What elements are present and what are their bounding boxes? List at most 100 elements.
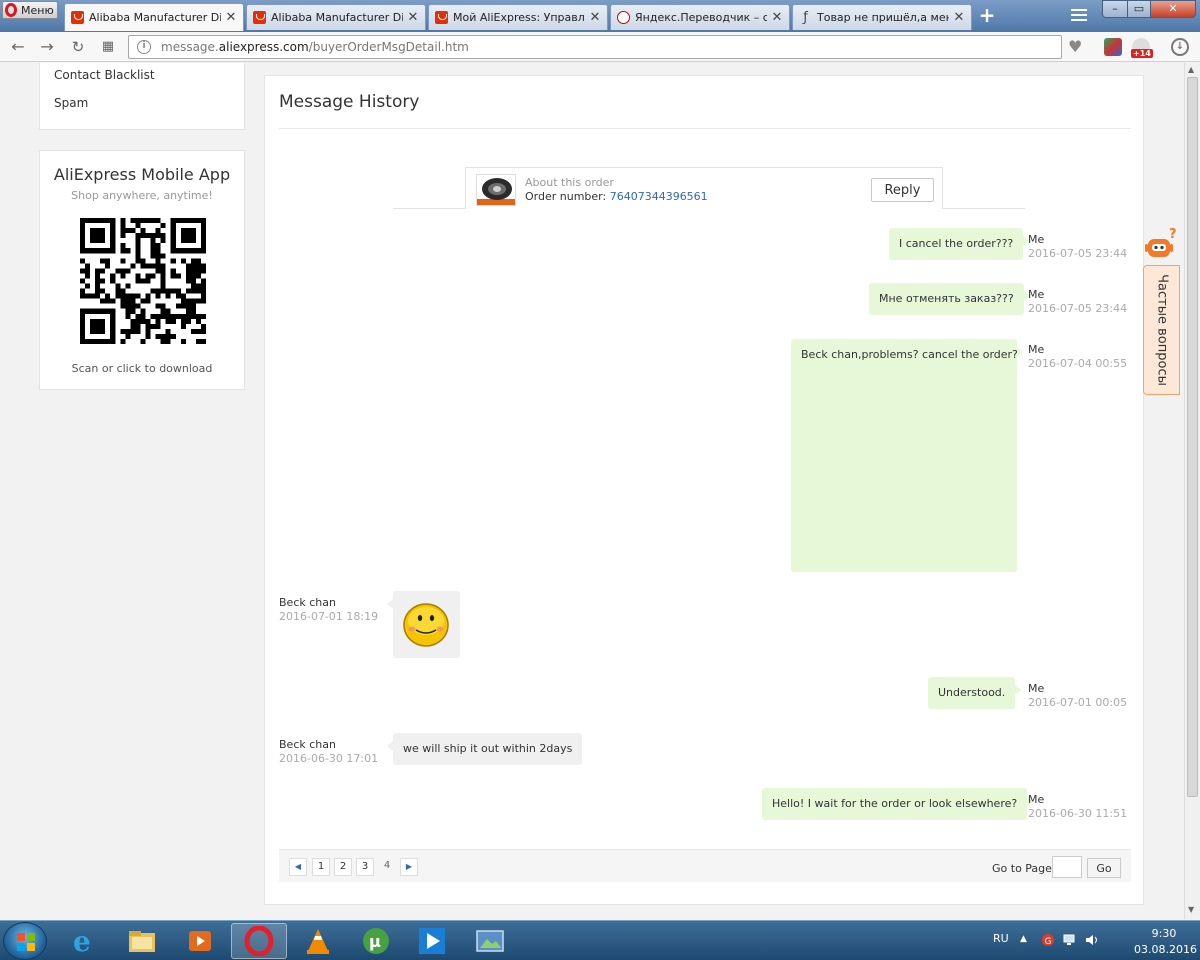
- window-close-button[interactable]: ✕: [1150, 0, 1196, 18]
- taskbar-vlc[interactable]: [290, 923, 346, 959]
- scroll-up-arrow-icon[interactable]: ▲: [1188, 65, 1194, 74]
- faq-side-tab[interactable]: Частые вопросы: [1143, 265, 1180, 395]
- message-bubble-me: I cancel the order???: [889, 228, 1030, 260]
- opera-menu-button[interactable]: Меню: [2, 1, 58, 19]
- app-promo-subtitle: Shop anywhere, anytime!: [71, 189, 213, 202]
- start-button[interactable]: [3, 922, 47, 960]
- heart-bookmark-icon[interactable]: ♥: [1068, 39, 1082, 55]
- close-icon[interactable]: ✕: [225, 10, 237, 25]
- tray-clock-date[interactable]: 03.08.2016: [1134, 943, 1197, 956]
- order-about-label: About this order: [525, 176, 614, 189]
- sidebar-item-spam[interactable]: Spam: [54, 96, 88, 110]
- close-icon[interactable]: ✕: [589, 10, 601, 25]
- tray-expand-arrow-icon[interactable]: ▲: [1020, 934, 1027, 944]
- go-button[interactable]: Go: [1087, 858, 1121, 878]
- tab-my-aliexpress[interactable]: Мой AliExpress: Управлять з ✕: [428, 4, 608, 30]
- order-number-label: Order number:: [525, 190, 610, 203]
- forward-arrow-icon[interactable]: →: [37, 37, 57, 57]
- menu-label: Меню: [21, 3, 54, 17]
- window-maximize-button[interactable]: ▭: [1127, 0, 1151, 18]
- app-promo-title: AliExpress Mobile App: [53, 165, 231, 184]
- window-minimize-button[interactable]: –: [1102, 0, 1128, 18]
- sidebar-item-contact-blacklist[interactable]: Contact Blacklist: [54, 68, 155, 82]
- tab-alibaba-directory-1[interactable]: Alibaba Manufacturer Directo ✕: [64, 3, 244, 31]
- tab-label: Товар не пришёл,а меня пр: [817, 11, 949, 24]
- close-icon[interactable]: ✕: [771, 10, 783, 25]
- tab-menu-icon[interactable]: [1071, 9, 1087, 23]
- tray-security-icon[interactable]: G: [1041, 933, 1055, 947]
- message-sender: Me: [1028, 682, 1045, 695]
- site-info-icon[interactable]: i: [137, 40, 151, 54]
- message-sender: Me: [1028, 343, 1045, 356]
- message-meta: Beck chan 2016-06-30 17:01: [279, 738, 378, 766]
- message-text: Beck chan,problems? cancel the order?: [801, 348, 1018, 361]
- download-icon[interactable]: ↓: [1171, 38, 1189, 56]
- taskbar-opera[interactable]: [231, 923, 287, 959]
- message-text: Мне отменять заказ???: [879, 292, 1014, 305]
- reload-icon[interactable]: ↻: [68, 37, 88, 57]
- speed-dial-grid-icon[interactable]: ▦: [98, 37, 118, 57]
- taskbar-utorrent[interactable]: µ: [348, 923, 404, 959]
- message-bubble-them: we will ship it out within 2days: [386, 733, 583, 765]
- reply-button[interactable]: Reply: [871, 178, 934, 202]
- tray-volume-icon[interactable]: [1085, 933, 1099, 947]
- svg-text:e: e: [73, 926, 91, 956]
- page-scrollbar[interactable]: ▲ ▼: [1184, 63, 1200, 919]
- utorrent-icon: µ: [363, 928, 389, 954]
- message-text: we will ship it out within 2days: [403, 742, 573, 755]
- order-card: About this order Order number: 764073443…: [465, 167, 943, 209]
- close-icon[interactable]: ✕: [407, 10, 419, 25]
- url-text: message.aliexpress.com/buyerOrderMsgDeta…: [161, 40, 469, 54]
- tab-label: Яндекс.Переводчик – слова: [635, 11, 767, 24]
- taskbar-internet-explorer[interactable]: e: [55, 923, 111, 959]
- yandex-icon: [617, 11, 630, 24]
- next-page-arrow-icon[interactable]: ▶: [400, 858, 418, 876]
- taskbar-media-player[interactable]: [172, 923, 228, 959]
- address-bar[interactable]: i message.aliexpress.com/buyerOrderMsgDe…: [128, 35, 1062, 59]
- prev-page-arrow-icon[interactable]: ◀: [289, 858, 307, 876]
- tray-clock-time[interactable]: 9:30: [1138, 927, 1190, 940]
- order-product-thumbnail[interactable]: [476, 174, 516, 206]
- order-number-link[interactable]: 76407344396561: [610, 190, 708, 203]
- taskbar-play-app[interactable]: [404, 923, 460, 959]
- svg-text:G: G: [1045, 937, 1052, 947]
- aliexpress-icon: [71, 11, 84, 24]
- forum-icon: ƒ: [803, 10, 808, 25]
- message-sender: Me: [1028, 233, 1045, 246]
- opera-logo-icon: [5, 3, 17, 17]
- taskbar-screenshot-tool[interactable]: [462, 923, 518, 959]
- vlc-icon: [307, 929, 329, 954]
- tab-alibaba-directory-2[interactable]: Alibaba Manufacturer Directo ✕: [246, 4, 426, 30]
- close-icon[interactable]: ✕: [953, 10, 965, 25]
- page-link-2[interactable]: 2: [334, 858, 352, 876]
- message-time: 2016-07-05 23:44: [1028, 302, 1128, 315]
- extension-badge: +14: [1131, 49, 1153, 58]
- tray-network-icon[interactable]: [1063, 933, 1077, 947]
- taskbar-file-explorer[interactable]: [114, 923, 170, 959]
- message-sender: Me: [1028, 288, 1045, 301]
- page-link-1[interactable]: 1: [312, 858, 330, 876]
- smiley-icon: [403, 603, 449, 647]
- mobile-app-promo[interactable]: AliExpress Mobile App Shop anywhere, any…: [39, 150, 245, 390]
- scrollbar-thumb[interactable]: [1187, 77, 1198, 797]
- message-bubble-them: [387, 591, 460, 658]
- media-player-icon: [189, 931, 211, 951]
- extension-icon[interactable]: [1104, 38, 1122, 56]
- tab-forum-thread[interactable]: ƒ Товар не пришёл,а меня пр ✕: [792, 4, 972, 30]
- new-tab-plus-icon[interactable]: +: [977, 5, 997, 26]
- message-sender: Beck chan: [279, 596, 336, 609]
- scroll-down-arrow-icon[interactable]: ▼: [1188, 905, 1194, 914]
- back-arrow-icon[interactable]: ←: [8, 37, 28, 57]
- tray-language-indicator[interactable]: RU: [993, 932, 1009, 945]
- page-link-3[interactable]: 3: [356, 858, 374, 876]
- faq-robot-icon[interactable]: ?: [1142, 227, 1180, 263]
- message-time: 2016-07-01 18:19: [279, 610, 379, 623]
- tab-yandex-translate[interactable]: Яндекс.Переводчик – слова ✕: [610, 4, 790, 30]
- message-text: I cancel the order???: [899, 237, 1014, 250]
- goto-page-input[interactable]: [1052, 856, 1082, 878]
- message-sender: Me: [1028, 793, 1045, 806]
- message-time: 2016-07-04 00:55: [1028, 357, 1128, 370]
- qr-code-icon[interactable]: [80, 218, 206, 344]
- message-time: 2016-07-01 00:05: [1028, 696, 1128, 709]
- message-meta: Me 2016-07-01 00:05: [1028, 682, 1127, 710]
